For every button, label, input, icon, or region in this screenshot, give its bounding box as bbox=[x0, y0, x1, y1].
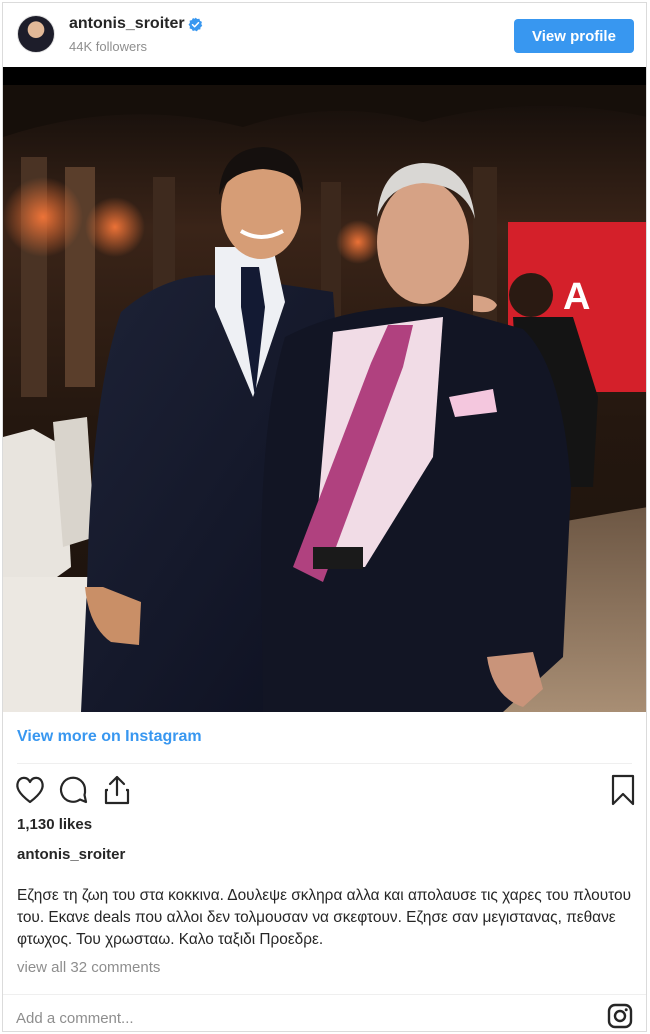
post-caption: Εζησε τη ζωη του στα κοκκινα. Δουλεψε σκ… bbox=[17, 887, 631, 948]
avatar[interactable] bbox=[17, 15, 55, 53]
instagram-embed-card: antonis_sroiter 44K followers View profi… bbox=[2, 2, 647, 1032]
likes-count[interactable]: 1,130 likes bbox=[17, 816, 92, 833]
view-more-on-instagram-link[interactable]: View more on Instagram bbox=[17, 728, 202, 746]
instagram-icon[interactable] bbox=[606, 1002, 634, 1030]
view-profile-button[interactable]: View profile bbox=[514, 19, 634, 53]
post-header: antonis_sroiter 44K followers View profi… bbox=[3, 3, 646, 67]
comment-icon[interactable] bbox=[57, 773, 89, 807]
caption-username[interactable]: antonis_sroiter bbox=[17, 846, 125, 863]
photo-illustration: A bbox=[3, 67, 646, 712]
view-all-comments-link[interactable]: view all 32 comments bbox=[17, 959, 160, 976]
divider bbox=[3, 994, 646, 995]
bookmark-icon[interactable] bbox=[607, 773, 639, 807]
share-icon[interactable] bbox=[101, 773, 133, 807]
post-photo[interactable]: A bbox=[3, 67, 646, 712]
heart-icon[interactable] bbox=[14, 773, 46, 807]
divider bbox=[17, 763, 632, 764]
follower-count: 44K followers bbox=[69, 39, 148, 54]
verified-badge-icon bbox=[188, 17, 203, 32]
red-screen-letter: A bbox=[563, 276, 590, 318]
add-comment-input[interactable] bbox=[16, 1008, 576, 1028]
header-username[interactable]: antonis_sroiter bbox=[69, 15, 185, 33]
